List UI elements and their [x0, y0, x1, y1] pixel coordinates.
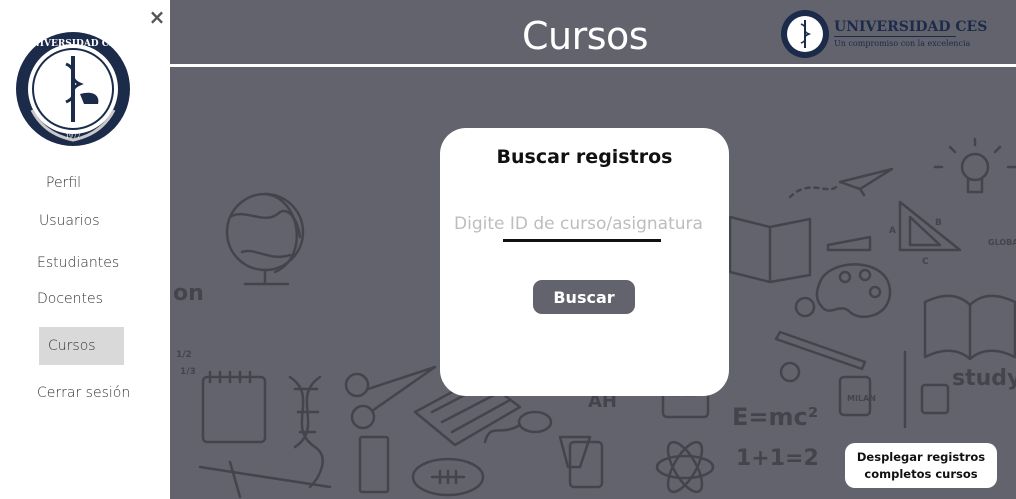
main-content: Cursos UNIVERSIDAD CES Un compromiso con… [170, 0, 1016, 499]
records-button-line1: Desplegar registros [856, 449, 986, 464]
dna-icon [288, 375, 324, 489]
svg-text:C: C [922, 257, 929, 267]
search-card-title: Buscar registros [496, 146, 673, 168]
svg-text:study: study [952, 366, 1016, 391]
sidebar-item-estudiantes[interactable]: Estudiantes [37, 255, 119, 271]
book-icon [923, 294, 1016, 361]
search-card: Buscar registros Buscar [440, 128, 729, 396]
globe-icon [225, 192, 305, 286]
course-id-input[interactable] [454, 210, 716, 238]
logo-year: 1977 [65, 133, 80, 140]
records-button-line2: completos cursos [864, 466, 978, 481]
logo-name: UNIVERSIDAD CES [24, 39, 123, 49]
svg-text:1+1=2: 1+1=2 [736, 446, 819, 471]
brand-name: UNIVERSIDAD CES [834, 19, 988, 35]
atom-icon [655, 440, 715, 494]
university-seal-icon [781, 10, 829, 58]
palette-icon [815, 263, 892, 319]
notebook-icon [201, 370, 267, 444]
show-all-records-button[interactable]: Desplegar registros completos cursos [845, 443, 997, 488]
brand-divider [834, 36, 956, 37]
sidebar-item-cursos[interactable]: Cursos [39, 327, 124, 365]
sidebar-item-docentes[interactable]: Docentes [37, 291, 103, 307]
sidebar-item-cerrar-sesion[interactable]: Cerrar sesión [37, 385, 130, 401]
svg-text:MILAN: MILAN [847, 394, 876, 403]
lightbulb-icon [933, 137, 1016, 194]
brand-tagline: Un compromiso con la excelencia [834, 39, 971, 48]
brand-logo: UNIVERSIDAD CES Un compromiso con la exc… [780, 9, 987, 59]
sidebar: × UNIVERSIDAD CES 1977 Perfil Usuarios E… [0, 0, 170, 499]
search-button[interactable]: Buscar [533, 280, 635, 314]
svg-text:1/3: 1/3 [180, 367, 196, 377]
input-underline [503, 239, 661, 242]
svg-text:E=mc²: E=mc² [732, 403, 818, 431]
svg-text:B: B [935, 218, 942, 228]
svg-text:on: on [173, 281, 204, 306]
sidebar-item-perfil[interactable]: Perfil [46, 175, 81, 191]
university-seal-icon: UNIVERSIDAD CES 1977 [16, 32, 130, 146]
mouse-icon [483, 410, 553, 444]
football-icon [411, 457, 485, 497]
sidebar-item-usuarios[interactable]: Usuarios [39, 213, 100, 229]
close-icon[interactable]: × [148, 7, 166, 27]
paper-plane-icon [788, 167, 894, 199]
svg-text:1/2: 1/2 [176, 350, 192, 360]
svg-text:GLOBAL: GLOBAL [988, 238, 1016, 247]
svg-text:A: A [889, 226, 896, 236]
